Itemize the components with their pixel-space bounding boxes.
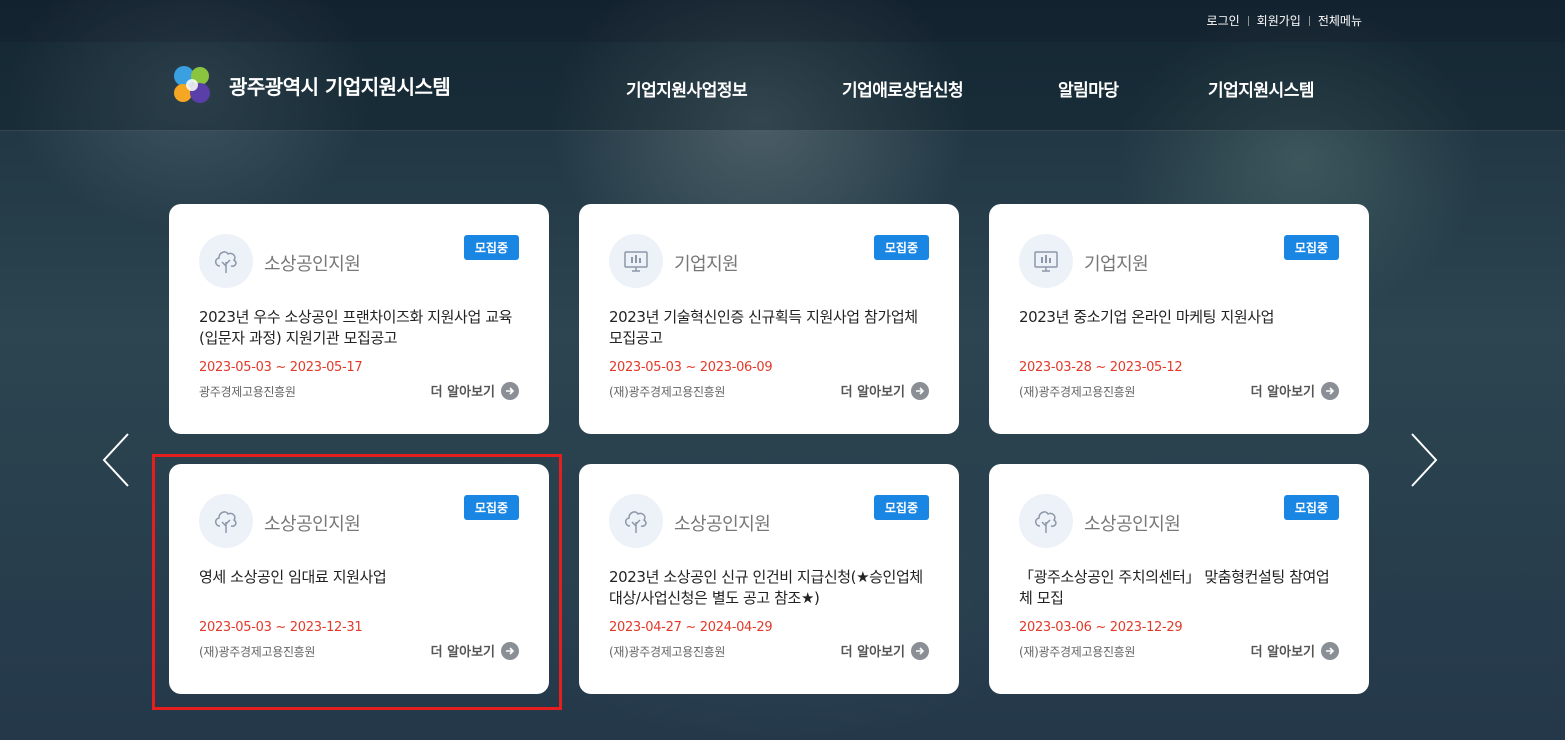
tree-icon — [609, 494, 663, 548]
more-label: 더 알아보기 — [430, 645, 495, 660]
more-button[interactable]: 더 알아보기 — [841, 641, 929, 660]
next-arrow-button[interactable] — [1408, 430, 1448, 490]
tree-icon — [1019, 494, 1073, 548]
card-organization: (재)광주경제고용진흥원 — [609, 385, 726, 399]
divider — [1308, 15, 1310, 26]
more-label: 더 알아보기 — [430, 385, 495, 400]
more-button[interactable]: 더 알아보기 — [1251, 641, 1339, 660]
more-label: 더 알아보기 — [840, 385, 905, 400]
card-date-range: 2023-04-27 ~ 2024-04-29 — [609, 620, 773, 635]
chevron-left-icon — [102, 433, 129, 487]
utility-bar: 로그인 회원가입 전체메뉴 — [0, 0, 1565, 42]
card-date-range: 2023-03-28 ~ 2023-05-12 — [1019, 360, 1183, 375]
utility-links: 로그인 회원가입 전체메뉴 — [1207, 12, 1362, 29]
card-date-range: 2023-03-06 ~ 2023-12-29 — [1019, 620, 1183, 635]
card-date-range: 2023-05-03 ~ 2023-06-09 — [609, 360, 773, 375]
signup-link[interactable]: 회원가입 — [1257, 12, 1301, 29]
prev-arrow-button[interactable] — [100, 430, 140, 490]
monitor-chart-icon — [609, 234, 663, 288]
card-organization: (재)광주경제고용진흥원 — [1019, 645, 1136, 659]
divider — [1247, 15, 1249, 26]
arrow-right-circle-icon — [911, 641, 929, 660]
status-badge: 모집중 — [463, 495, 519, 520]
card-category: 기업지원 — [1084, 254, 1149, 275]
nav-item-support-system[interactable]: 기업지원시스템 — [1208, 76, 1314, 101]
card-organization: 광주경제고용진흥원 — [199, 385, 296, 399]
program-card[interactable]: 소상공인지원 모집중 2023년 소상공인 신규 인건비 지급신청(★승인업체 … — [579, 464, 959, 694]
card-title[interactable]: 「광주소상공인 주치의센터」 맞춤형컨설팅 참여업체 모집 — [1019, 567, 1339, 609]
nav-item-consultation[interactable]: 기업애로상담신청 — [842, 76, 964, 101]
status-badge: 모집중 — [873, 235, 929, 260]
arrow-right-circle-icon — [501, 381, 519, 400]
more-label: 더 알아보기 — [840, 645, 905, 660]
monitor-chart-icon — [1019, 234, 1073, 288]
status-badge: 모집중 — [1283, 235, 1339, 260]
card-organization: (재)광주경제고용진흥원 — [609, 645, 726, 659]
arrow-right-circle-icon — [1321, 641, 1339, 660]
header: 광주광역시 기업지원시스템 기업지원사업정보 기업애로상담신청 알림마당 기업지… — [0, 42, 1565, 131]
card-category: 소상공인지원 — [264, 254, 361, 275]
card-title[interactable]: 2023년 중소기업 온라인 마케팅 지원사업 — [1019, 307, 1339, 328]
card-title[interactable]: 2023년 소상공인 신규 인건비 지급신청(★승인업체 대상/사업신청은 별도… — [609, 567, 929, 609]
card-category: 소상공인지원 — [264, 514, 361, 535]
card-category: 소상공인지원 — [674, 514, 771, 535]
card-title[interactable]: 2023년 기술혁신인증 신규획득 지원사업 참가업체 모집공고 — [609, 307, 929, 349]
card-organization: (재)광주경제고용진흥원 — [1019, 385, 1136, 399]
login-link[interactable]: 로그인 — [1207, 12, 1240, 29]
status-badge: 모집중 — [1283, 495, 1339, 520]
program-card[interactable]: 소상공인지원 모집중 영세 소상공인 임대료 지원사업 2023-05-03 ~… — [169, 464, 549, 694]
card-date-range: 2023-05-03 ~ 2023-12-31 — [199, 620, 363, 635]
more-label: 더 알아보기 — [1250, 385, 1315, 400]
program-card[interactable]: 기업지원 모집중 2023년 기술혁신인증 신규획득 지원사업 참가업체 모집공… — [579, 204, 959, 434]
more-button[interactable]: 더 알아보기 — [431, 641, 519, 660]
arrow-right-circle-icon — [1321, 381, 1339, 400]
nav-item-notice[interactable]: 알림마당 — [1058, 76, 1119, 101]
arrow-right-circle-icon — [911, 381, 929, 400]
tree-icon — [199, 494, 253, 548]
more-button[interactable]: 더 알아보기 — [431, 381, 519, 400]
status-badge: 모집중 — [463, 235, 519, 260]
more-button[interactable]: 더 알아보기 — [841, 381, 929, 400]
main-nav: 기업지원사업정보 기업애로상담신청 알림마당 기업지원시스템 — [0, 76, 1565, 101]
card-date-range: 2023-05-03 ~ 2023-05-17 — [199, 360, 363, 375]
card-category: 기업지원 — [674, 254, 739, 275]
card-title[interactable]: 2023년 우수 소상공인 프랜차이즈화 지원사업 교육(입문자 과정) 지원기… — [199, 307, 519, 349]
card-title[interactable]: 영세 소상공인 임대료 지원사업 — [199, 567, 519, 588]
more-button[interactable]: 더 알아보기 — [1251, 381, 1339, 400]
chevron-right-icon — [1411, 433, 1438, 487]
program-card[interactable]: 소상공인지원 모집중 2023년 우수 소상공인 프랜차이즈화 지원사업 교육(… — [169, 204, 549, 434]
tree-icon — [199, 234, 253, 288]
program-card[interactable]: 소상공인지원 모집중 「광주소상공인 주치의센터」 맞춤형컨설팅 참여업체 모집… — [989, 464, 1369, 694]
all-menu-link[interactable]: 전체메뉴 — [1318, 12, 1362, 29]
program-card[interactable]: 기업지원 모집중 2023년 중소기업 온라인 마케팅 지원사업 2023-03… — [989, 204, 1369, 434]
card-category: 소상공인지원 — [1084, 514, 1181, 535]
status-badge: 모집중 — [873, 495, 929, 520]
nav-item-business-info[interactable]: 기업지원사업정보 — [626, 76, 748, 101]
more-label: 더 알아보기 — [1250, 645, 1315, 660]
card-organization: (재)광주경제고용진흥원 — [199, 645, 316, 659]
arrow-right-circle-icon — [501, 641, 519, 660]
